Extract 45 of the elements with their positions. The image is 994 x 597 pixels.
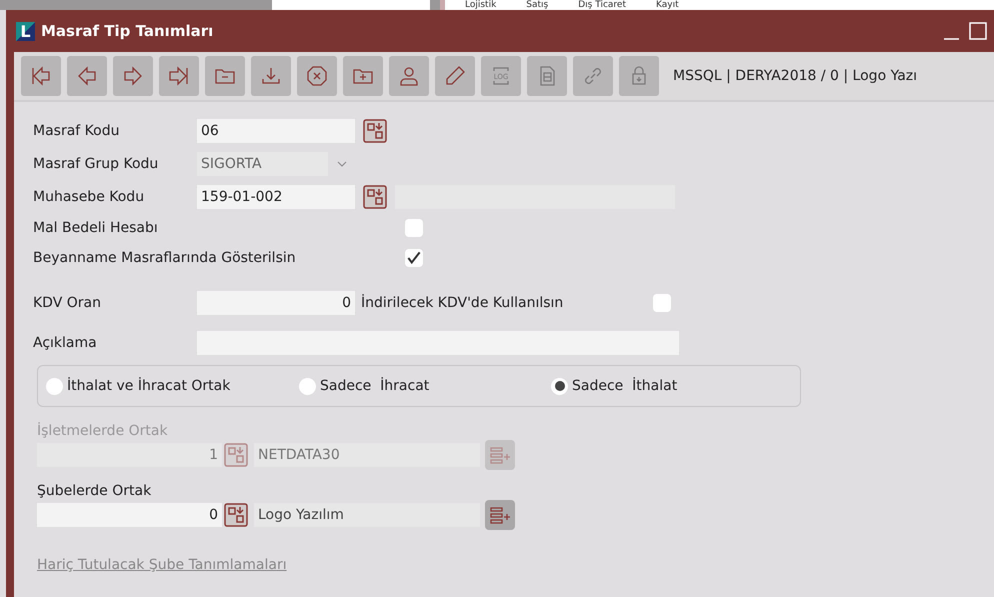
toolbar-button[interactable] [113,56,153,96]
section-label: İşletmelerde Ortak [37,423,169,439]
checkbox[interactable] [653,294,671,312]
field-label: Masraf Grup Kodu [33,156,160,172]
input-field[interactable]: 159-01-002 [197,184,355,208]
field-label: Masraf Kodu [33,122,120,138]
maximize-icon[interactable] [968,21,988,41]
toolbar-button[interactable] [205,56,245,96]
toolbar-button[interactable] [435,56,475,96]
radio-option[interactable]: İthalat ve İhracat Ortak [46,378,299,394]
toolbar-button[interactable] [21,56,61,96]
background-menu-item[interactable]: Dış Ticaret [578,0,626,10]
checkbox-label: Mal Bedeli Hesabı [33,220,159,236]
connection-info: MSSQL | DERYA2018 / 0 | Logo Yazı [673,68,918,84]
checkbox[interactable] [405,219,423,237]
checkbox-label: Beyanname Masraflarında Gösterilsin [33,250,297,266]
add-to-list-button[interactable] [485,500,515,530]
toolbar-button[interactable] [297,56,337,96]
toolbar-button[interactable] [251,56,291,96]
checkbox[interactable] [405,249,423,267]
input-field[interactable]: 06 [197,118,355,142]
name-field[interactable]: Logo Yazılım [254,503,480,527]
background-menu-item[interactable]: Satış [526,0,548,10]
toolbar-button[interactable] [389,56,429,96]
lookup-icon[interactable] [363,184,387,208]
window-title: Masraf Tip Tanımları [41,22,214,40]
toolbar-button[interactable] [67,56,107,96]
number-field[interactable]: 0 [37,503,222,527]
input-field[interactable]: 0 [197,291,355,315]
toolbar-button[interactable] [343,56,383,96]
lookup-icon[interactable] [224,503,248,527]
lookup-icon[interactable] [363,118,387,142]
field-label: Muhasebe Kodu [33,188,146,204]
cancel-icon [305,64,329,88]
background-menu-item[interactable]: Lojistik [465,0,496,10]
app-logo: L [16,22,35,40]
toolbar-button[interactable] [159,56,199,96]
radio-option[interactable]: Sadece İthalat [551,378,800,394]
checkbox-label: İndirilecek KDV'de Kullanılsın [361,295,564,311]
background-menu-item[interactable]: Kayıt [656,0,679,10]
dropdown-field[interactable]: SIGORTA [197,152,328,176]
section-label: Şubelerde Ortak [37,483,152,499]
radio-option[interactable]: Sadece İhracat [299,378,551,394]
field-label: Açıklama [33,335,98,351]
field-label: KDV Oran [33,295,102,311]
